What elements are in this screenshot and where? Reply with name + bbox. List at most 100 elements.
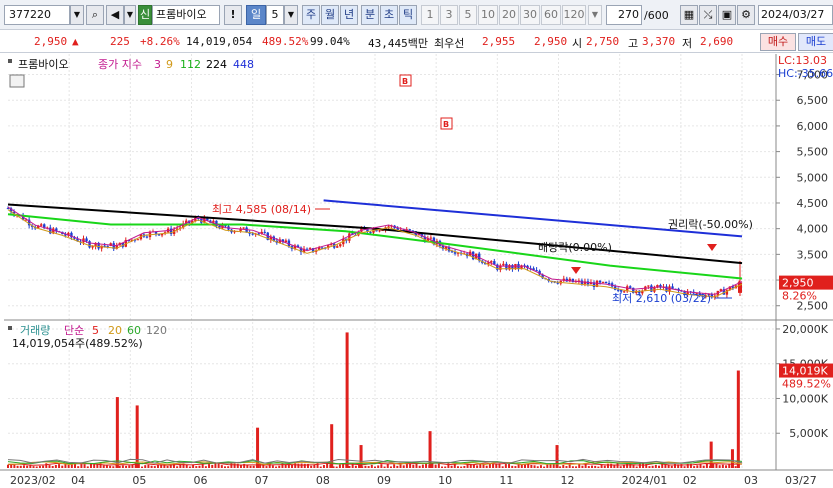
volume-bar [303,463,306,468]
candle-body [647,285,650,287]
interval-60-label: 60 [544,8,558,21]
volume-bar [437,463,440,468]
price-tick-label: 4,000 [797,223,829,236]
interval-1-button[interactable]: 1 [421,5,439,25]
line-tool-icon[interactable]: ⤯ [699,5,717,25]
volume-bar [606,463,609,468]
sound-dropdown-button[interactable]: ▼ [124,5,136,25]
buy-button[interactable]: 매수 [760,33,796,51]
sell-button[interactable]: 매도 [798,33,833,51]
current-volume-axis-label: 14,019K [782,365,828,378]
interval-3-button[interactable]: 3 [440,5,458,25]
volume-bar [721,464,724,468]
volume-bar [597,466,600,468]
volume-bar [374,466,376,468]
volume-bar [370,464,373,468]
volume-bar [32,466,35,468]
count-input[interactable]: 270 [606,5,642,25]
volume-grip-icon[interactable] [8,326,12,330]
volume-bar [326,463,329,468]
candle-body [136,239,140,241]
volume-bar [485,465,488,468]
volume-bar [488,463,491,468]
volume-bar [715,463,718,468]
up-arrow-icon: ▲ [72,35,79,48]
candle-body [616,289,620,291]
current-change-axis-label: 8.26% [782,290,817,303]
volume-bar [546,464,549,468]
date-input[interactable]: 2024/03/27 [758,5,833,25]
volume-bar [504,464,507,468]
search-icon[interactable]: ⌕ [86,5,104,25]
volume-bar [26,465,29,468]
volume-bar [217,463,220,468]
volume-bar [233,463,236,468]
price-change-pct: +8.26% [140,35,180,48]
open-label: 시 [572,37,583,50]
volume-bar [696,465,699,468]
period-number-input[interactable]: 5 [266,5,284,25]
grid-icon[interactable]: ▦ [680,5,698,25]
interval-5-label: 5 [464,8,472,21]
volume-bar [80,464,83,468]
volume-bar [147,464,150,468]
volume-bar [405,464,408,468]
candle-body [604,281,608,284]
stock-name-field[interactable]: 프롬바이오 [152,5,220,25]
x-axis-label: 02 [683,474,697,487]
stock-chart[interactable]: 최고 4,585 (08/14) 최저 2,610 (03/22) 배당락(0.00… [0,54,833,488]
volume-bar [278,465,281,468]
sound-icon[interactable]: ◀ [106,5,124,25]
period-tick-label: 틱 [402,8,414,21]
candle-body [408,229,411,231]
volume-bar [22,465,25,468]
x-axis-label: 04 [71,474,85,487]
interval-60-button[interactable]: 60 [541,5,561,25]
period-weekly-button[interactable]: 주 [302,5,320,25]
period-monthly-button[interactable]: 월 [321,5,339,25]
low-label: 저 [682,37,693,50]
volume-bar [654,464,657,468]
volume-bar [102,465,105,468]
candle-body [598,280,602,283]
period-weekly-label: 주 [305,8,317,21]
volume-bar [93,464,96,468]
volume-bar [421,464,424,468]
grid-toggle-icon[interactable] [9,74,25,88]
volume-bar [54,464,57,468]
volume-spike-bar [345,332,349,468]
period-yearly-button[interactable]: 년 [340,5,358,25]
settings-gear-icon[interactable]: ⚙ [737,5,755,25]
volume-bar [441,466,444,468]
lc-label: LC:13.03 [778,54,827,67]
volume-tick-label: 10,000K [782,392,828,405]
interval-30-button[interactable]: 30 [520,5,540,25]
candle-body [601,281,605,283]
alert-button[interactable]: ! [224,5,242,25]
interval-20-button[interactable]: 20 [499,5,519,25]
interval-120-button[interactable]: 120 [562,5,586,25]
save-icon[interactable]: ▣ [718,5,736,25]
volume-bar [153,466,156,468]
candle-body [607,283,611,285]
volume-bar [412,464,415,468]
candle-body [429,237,433,239]
period-daily-button[interactable]: 일 [246,5,266,25]
buy-signal-label: B [443,120,449,129]
volume-value-label: 14,019,054주(489.52%) [12,337,143,350]
period-second-button[interactable]: 초 [380,5,398,25]
panel-grip-icon[interactable] [8,59,12,63]
candle-body [453,252,457,254]
period-tick-button[interactable]: 틱 [399,5,417,25]
volume-spike-bar [736,370,740,468]
period-number-dropdown[interactable]: ▼ [284,5,298,25]
period-minute-label: 분 [364,8,376,21]
period-minute-button[interactable]: 분 [361,5,379,25]
interval-dropdown[interactable]: ▼ [588,5,602,25]
interval-5-button[interactable]: 5 [459,5,477,25]
volume-bar [211,464,214,468]
interval-10-button[interactable]: 10 [478,5,498,25]
high-label: 고 [628,37,639,50]
stock-code-input[interactable]: 377220 [4,5,70,25]
code-dropdown-button[interactable]: ▼ [70,5,84,25]
